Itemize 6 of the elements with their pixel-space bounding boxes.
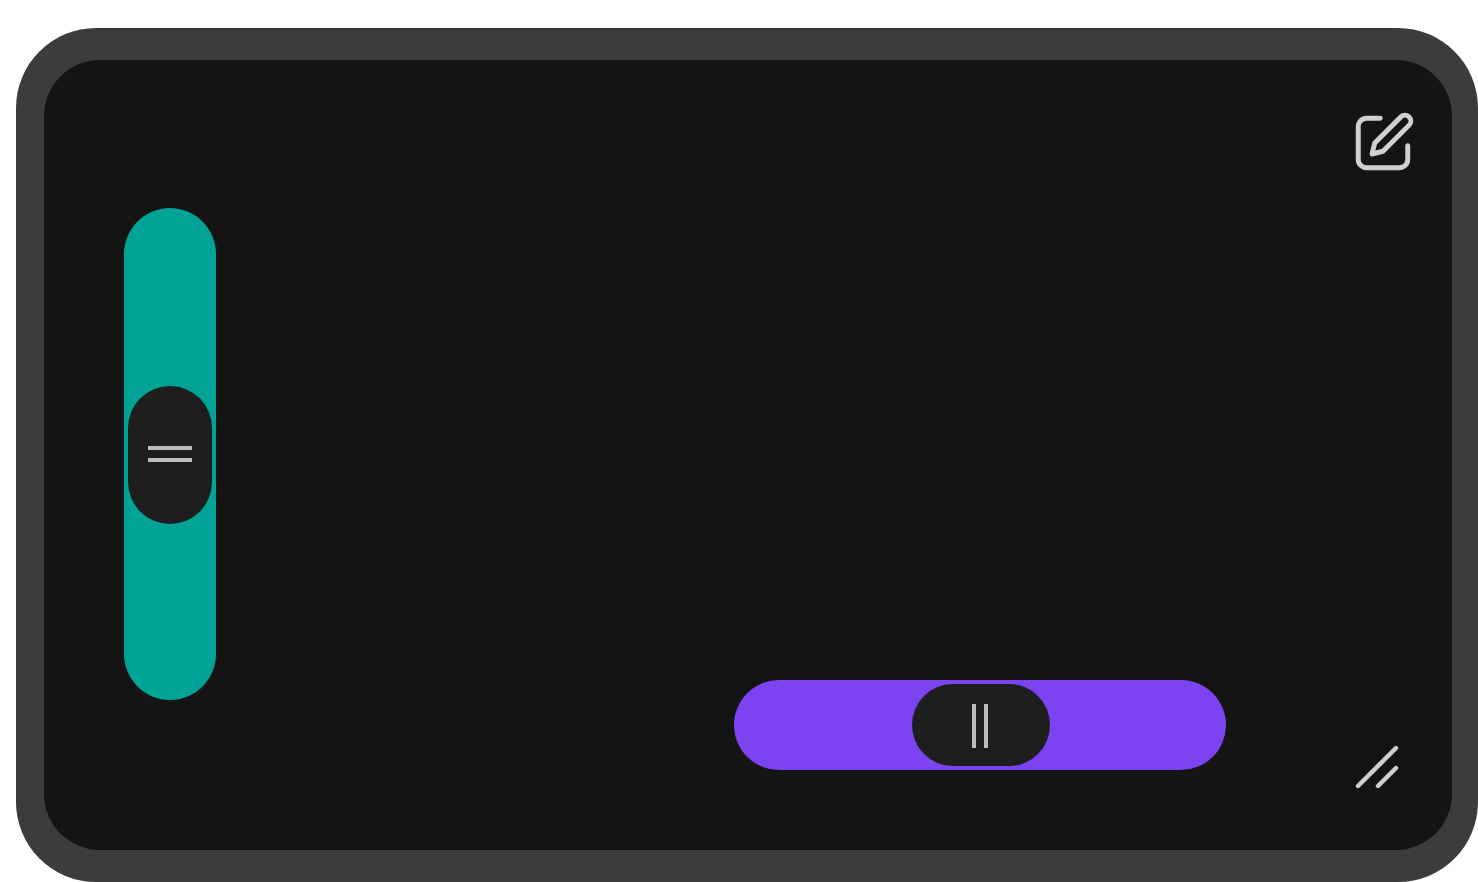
slider-thumb[interactable] — [911, 684, 1049, 766]
slider-thumb[interactable] — [128, 385, 212, 523]
slider-track[interactable] — [734, 680, 1226, 770]
resize-handle-icon[interactable] — [1354, 744, 1400, 790]
edit-icon[interactable] — [1350, 110, 1416, 176]
slider-track[interactable] — [124, 208, 216, 700]
